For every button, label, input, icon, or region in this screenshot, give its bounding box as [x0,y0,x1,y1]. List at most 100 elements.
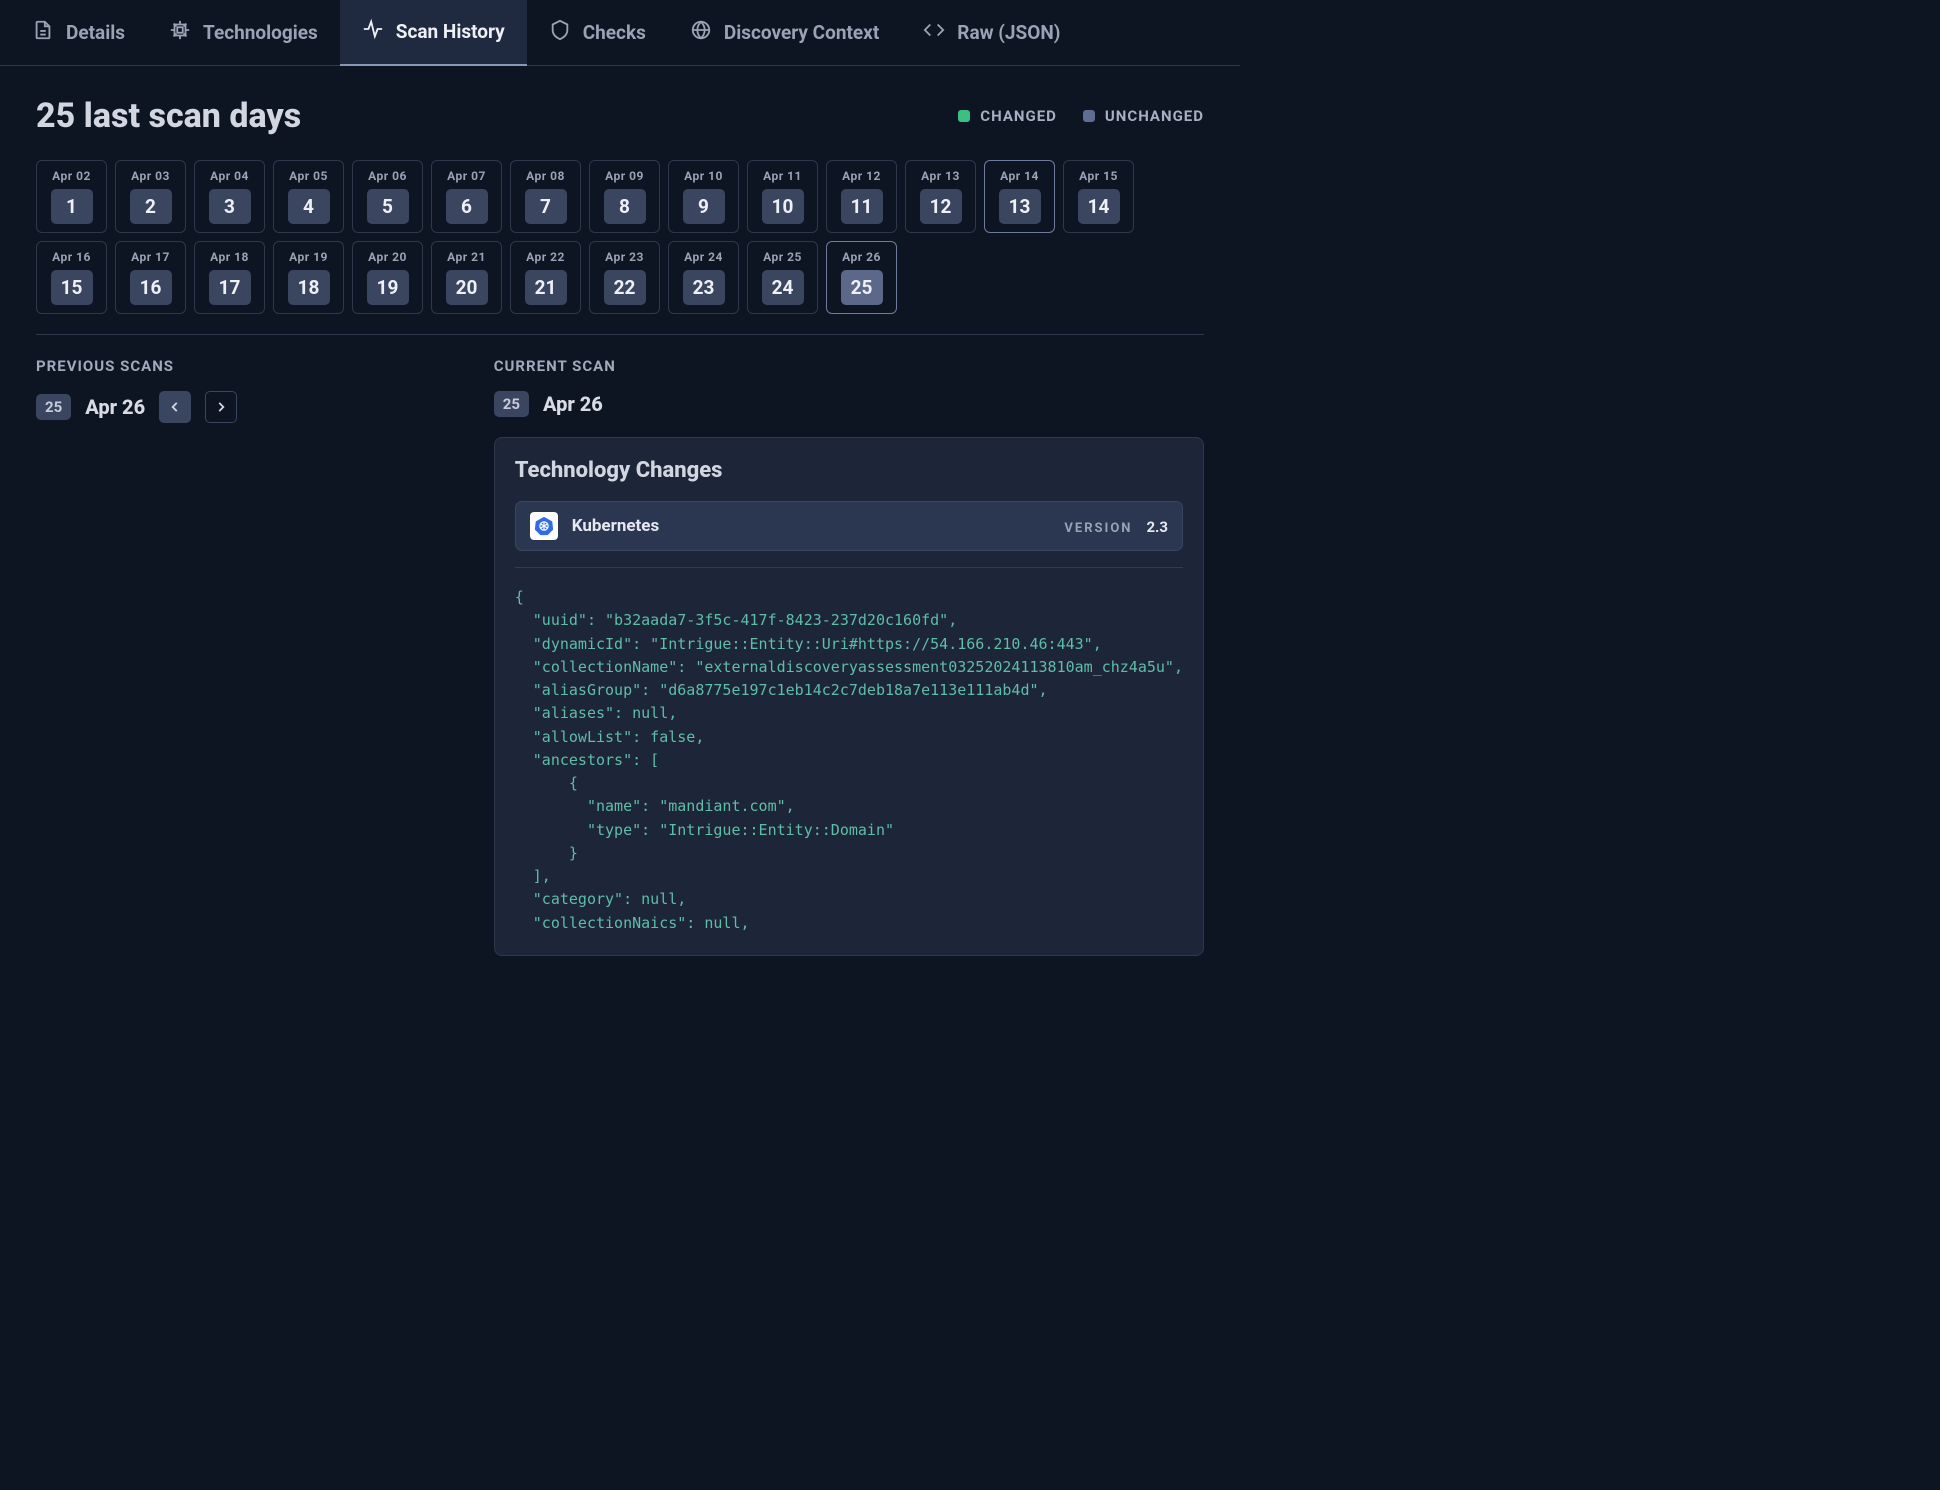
day-label: Apr 16 [43,250,100,264]
day-cell[interactable]: Apr 25 24 [747,241,818,314]
day-number[interactable]: 11 [841,189,883,224]
day-number[interactable]: 2 [130,189,172,224]
day-number[interactable]: 5 [367,189,409,224]
tab-technologies[interactable]: Technologies [147,0,340,66]
tab-label: Scan History [396,20,505,43]
day-number[interactable]: 23 [683,270,725,305]
day-label: Apr 06 [359,169,416,183]
day-number[interactable]: 6 [446,189,488,224]
day-cell[interactable]: Apr 06 5 [352,160,423,233]
day-number[interactable]: 10 [762,189,804,224]
day-cell[interactable]: Apr 07 6 [431,160,502,233]
day-label: Apr 26 [833,250,890,264]
legend-changed: CHANGED [958,107,1057,125]
legend-label: UNCHANGED [1105,107,1204,125]
day-label: Apr 14 [991,169,1048,183]
day-cell[interactable]: Apr 19 18 [273,241,344,314]
day-number[interactable]: 22 [604,270,646,305]
day-label: Apr 20 [359,250,416,264]
changed-dot [958,110,970,122]
day-number[interactable]: 21 [525,270,567,305]
day-cell[interactable]: Apr 22 21 [510,241,581,314]
tech-item-kubernetes[interactable]: Kubernetes VERSION 2.3 [515,501,1183,551]
day-number[interactable]: 1 [51,189,93,224]
day-number[interactable]: 15 [51,270,93,305]
version-label: VERSION [1064,521,1132,536]
day-number[interactable]: 25 [841,270,883,305]
previous-nav-forward-button[interactable] [205,391,237,423]
day-label: Apr 25 [754,250,811,264]
day-cell[interactable]: Apr 02 1 [36,160,107,233]
file-icon [32,19,54,46]
legend: CHANGED UNCHANGED [958,107,1204,125]
day-cell[interactable]: Apr 17 16 [115,241,186,314]
day-label: Apr 17 [122,250,179,264]
day-number[interactable]: 16 [130,270,172,305]
day-number[interactable]: 8 [604,189,646,224]
tab-label: Discovery Context [724,21,879,44]
previous-scan-badge: 25 [36,394,71,420]
day-number[interactable]: 17 [209,270,251,305]
day-cell[interactable]: Apr 1110 [747,160,818,233]
tab-label: Technologies [203,21,318,44]
day-cell[interactable]: Apr 20 19 [352,241,423,314]
current-scan-badge: 25 [494,391,529,417]
day-cell[interactable]: Apr 09 8 [589,160,660,233]
day-label: Apr 21 [438,250,495,264]
tab-scan-history[interactable]: Scan History [340,0,527,66]
activity-icon [362,18,384,45]
day-number[interactable]: 7 [525,189,567,224]
day-cell[interactable]: Apr 2423 [668,241,739,314]
json-output: { "uuid": "b32aada7-3f5c-417f-8423-237d2… [515,586,1183,935]
day-cell[interactable]: Apr 26 25 [826,241,897,314]
day-label: Apr 15 [1070,169,1127,183]
day-number[interactable]: 4 [288,189,330,224]
globe-icon [690,19,712,46]
day-cell[interactable]: Apr 21 20 [431,241,502,314]
tech-name: Kubernetes [572,516,659,536]
day-number[interactable]: 12 [920,189,962,224]
day-label: Apr 09 [596,169,653,183]
day-number[interactable]: 19 [367,270,409,305]
day-label: Apr 02 [43,169,100,183]
tab-raw-json[interactable]: Raw (JSON) [901,0,1082,66]
day-cell[interactable]: Apr 23 22 [589,241,660,314]
day-cell[interactable]: Apr 109 [668,160,739,233]
day-number[interactable]: 14 [1078,189,1120,224]
day-label: Apr 23 [596,250,653,264]
day-label: Apr 19 [280,250,337,264]
day-label: Apr 12 [833,169,890,183]
day-label: Apr 07 [438,169,495,183]
tech-changes-title: Technology Changes [515,458,1183,483]
day-cell[interactable]: Apr 1312 [905,160,976,233]
legend-unchanged: UNCHANGED [1083,107,1204,125]
day-label: Apr 22 [517,250,574,264]
day-number[interactable]: 13 [999,189,1041,224]
day-cell[interactable]: Apr 14 13 [984,160,1055,233]
panel-divider [515,567,1183,568]
day-cell[interactable]: Apr 1817 [194,241,265,314]
day-cell[interactable]: Apr 032 [115,160,186,233]
day-number[interactable]: 20 [446,270,488,305]
technology-changes-panel: Technology Changes Kubernetes VERSION 2.… [494,437,1204,956]
tab-details[interactable]: Details [10,0,147,66]
day-number[interactable]: 18 [288,270,330,305]
page-title: 25 last scan days [36,96,301,136]
day-cell[interactable]: Apr 043 [194,160,265,233]
shield-icon [549,19,571,46]
current-scan-date: Apr 26 [543,392,603,416]
day-cell[interactable]: Apr 12 11 [826,160,897,233]
divider [36,334,1204,335]
day-number[interactable]: 9 [683,189,725,224]
day-cell[interactable]: Apr 15 14 [1063,160,1134,233]
previous-nav-back-button[interactable] [159,391,191,423]
day-cell[interactable]: Apr 087 [510,160,581,233]
day-number[interactable]: 24 [762,270,804,305]
day-cell[interactable]: Apr 16 15 [36,241,107,314]
current-scan-label: CURRENT SCAN [494,357,1204,375]
legend-label: CHANGED [980,107,1057,125]
day-number[interactable]: 3 [209,189,251,224]
day-cell[interactable]: Apr 054 [273,160,344,233]
tab-checks[interactable]: Checks [527,0,668,66]
tab-discovery-context[interactable]: Discovery Context [668,0,901,66]
